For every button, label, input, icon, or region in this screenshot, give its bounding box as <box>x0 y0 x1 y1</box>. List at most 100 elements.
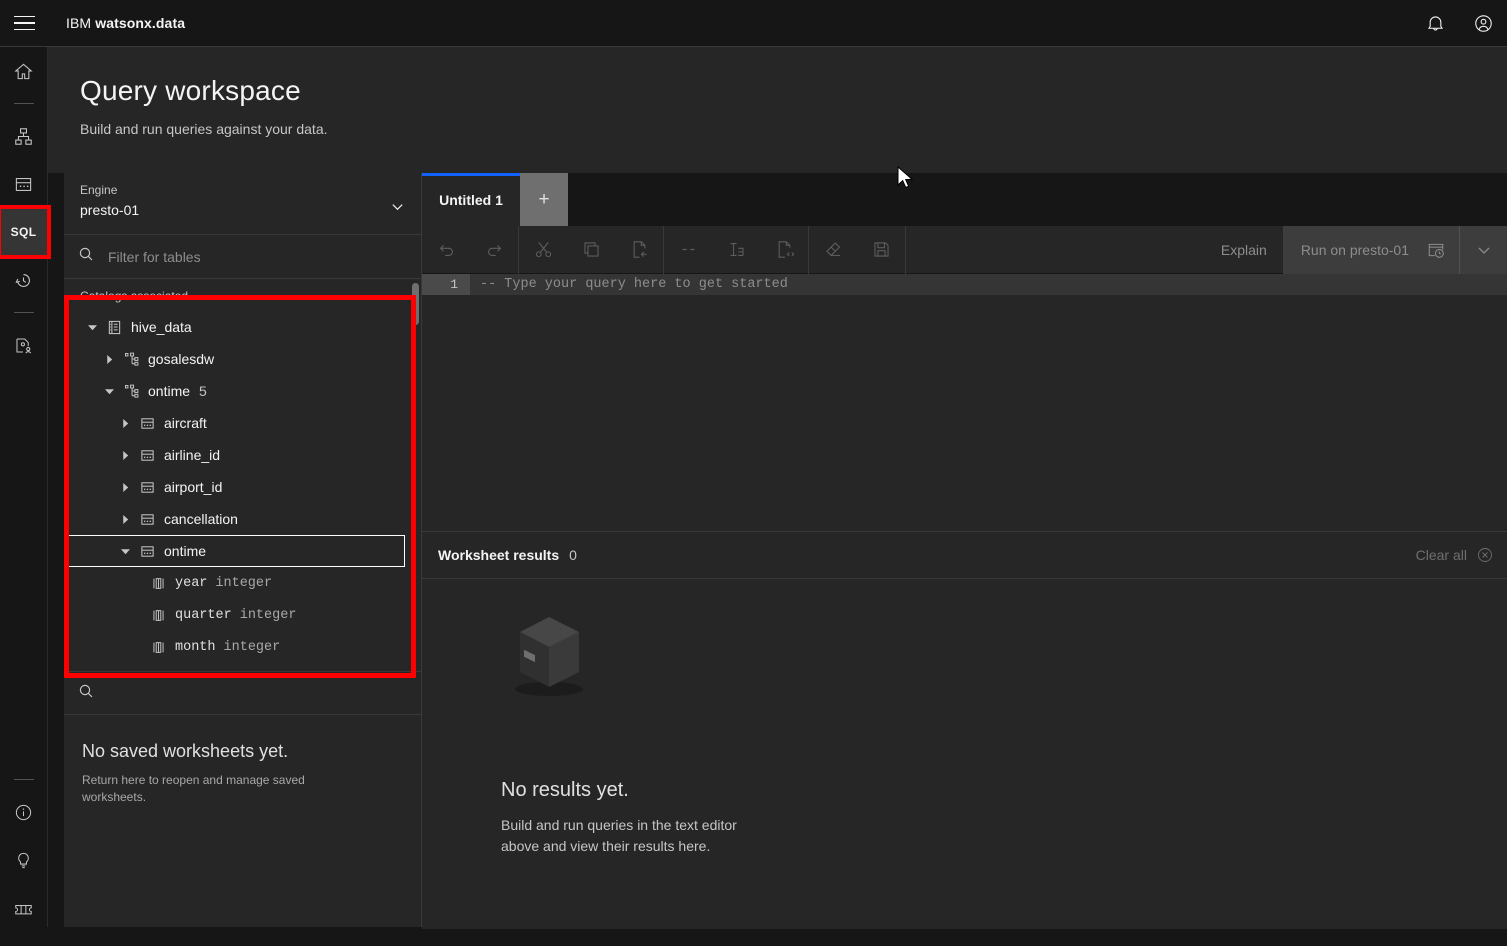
caret-right-icon[interactable] <box>101 351 117 367</box>
table-filter-input[interactable] <box>108 248 358 265</box>
schema-icon <box>123 383 139 399</box>
tree-row-label: aircraft <box>164 415 207 431</box>
clear-all-button[interactable]: Clear all <box>1400 531 1507 579</box>
rail-divider <box>13 779 34 780</box>
worksheets-empty-state: No saved worksheets yet. Return here to … <box>64 715 421 806</box>
tree-row[interactable]: ontime 5 <box>64 375 421 407</box>
worksheets-search[interactable] <box>64 671 421 715</box>
search-icon <box>78 683 94 704</box>
sidebar-item-home[interactable] <box>0 47 48 95</box>
sidebar-item-query-workspace[interactable]: SQL <box>0 205 51 259</box>
results-header: Worksheet results 0 Clear all <box>422 531 1507 579</box>
worksheets-search-input[interactable] <box>108 685 358 701</box>
sidebar-item-about[interactable] <box>0 788 48 836</box>
caret-down-icon[interactable] <box>101 383 117 399</box>
sidebar-item-access-control[interactable] <box>0 321 48 369</box>
code-template-button[interactable] <box>760 226 808 274</box>
tree-row[interactable]: airport_id <box>64 471 421 503</box>
chevron-down-icon[interactable] <box>390 199 405 219</box>
query-editor-area: Untitled 1 + Explain Run on presto-01 1 … <box>422 173 1507 929</box>
paste-button[interactable] <box>615 226 663 274</box>
engine-label: Engine <box>80 183 118 197</box>
table-icon <box>139 543 155 559</box>
tree-row[interactable]: airline_id <box>64 439 421 471</box>
caret-right-icon[interactable] <box>117 447 133 463</box>
code-line[interactable]: 1 -- Type your query here to get started <box>422 274 1507 295</box>
results-title: Worksheet results <box>438 547 560 563</box>
caret-right-icon[interactable] <box>117 415 133 431</box>
engine-selector[interactable]: Engine presto-01 <box>64 173 421 235</box>
editor-toolbar: Explain Run on presto-01 <box>422 225 1507 274</box>
tab-untitled-1[interactable]: Untitled 1 <box>422 173 520 226</box>
worksheets-empty-title: No saved worksheets yet. <box>82 741 289 761</box>
tree-scrollbar[interactable] <box>412 283 419 325</box>
tree-row[interactable]: aircraft <box>64 407 421 439</box>
header-actions <box>1411 0 1507 46</box>
copy-button[interactable] <box>567 226 615 274</box>
caret-down-icon[interactable] <box>84 319 100 335</box>
tree-row-selected[interactable]: ontime <box>64 535 405 567</box>
catalog-icon <box>106 319 122 335</box>
explain-button[interactable]: Explain <box>1205 226 1283 274</box>
left-navigation-rail: SQL <box>0 47 51 946</box>
column-type: integer <box>239 607 297 623</box>
undo-button[interactable] <box>422 226 470 274</box>
user-avatar-icon[interactable] <box>1459 0 1507 46</box>
tree-row-label: gosalesdw <box>148 351 215 367</box>
tree-row[interactable]: cancellation <box>64 503 421 535</box>
sidebar-item-query-history[interactable] <box>0 256 48 304</box>
run-options-dropdown[interactable] <box>1459 225 1507 274</box>
tree-row-label: airline_id <box>164 447 221 463</box>
sidebar-item-infrastructure[interactable] <box>0 112 48 160</box>
redo-button[interactable] <box>470 226 518 274</box>
tab-label: Untitled 1 <box>439 191 503 208</box>
comment-button[interactable] <box>664 226 712 274</box>
app-brand[interactable]: IBM watsonx.data <box>66 15 185 31</box>
tree-row-label: hive_data <box>131 319 192 335</box>
add-worksheet-tab-button[interactable]: + <box>520 173 568 226</box>
explorer-panel: Engine presto-01 Catalogs associated <box>64 173 422 927</box>
notification-bell-icon[interactable] <box>1411 0 1459 46</box>
run-query-icon <box>1427 241 1445 259</box>
schema-icon <box>123 351 139 367</box>
run-query-button[interactable]: Run on presto-01 <box>1282 225 1459 274</box>
hamburger-menu-icon[interactable] <box>0 0 48 46</box>
catalog-tree: Catalogs associated hive_data gosalesdw … <box>64 279 421 671</box>
results-empty-title: No results yet. <box>501 779 629 801</box>
sql-code-editor[interactable]: 1 -- Type your query here to get started <box>422 274 1507 531</box>
rail-bottom-group <box>0 771 48 946</box>
table-icon <box>139 479 155 495</box>
caret-down-icon[interactable] <box>117 543 133 559</box>
empty-box-icon <box>502 601 612 716</box>
table-filter[interactable] <box>64 235 421 279</box>
editor-placeholder-text: -- Type your query here to get started <box>480 277 788 292</box>
caret-right-icon[interactable] <box>117 511 133 527</box>
tree-row-column[interactable]: year integer <box>64 567 421 599</box>
engine-value: presto-01 <box>80 202 140 218</box>
brand-prefix: IBM <box>66 15 92 31</box>
save-worksheet-button[interactable] <box>857 226 905 274</box>
explain-label: Explain <box>1220 241 1267 258</box>
caret-right-icon[interactable] <box>117 479 133 495</box>
sidebar-item-data-manager[interactable] <box>0 160 48 208</box>
rail-divider <box>13 312 34 313</box>
column-type: integer <box>223 639 281 655</box>
tree-row[interactable]: gosalesdw <box>64 343 421 375</box>
results-count: 0 <box>569 547 577 563</box>
cut-button[interactable] <box>519 226 567 274</box>
column-name: month <box>175 639 216 655</box>
clear-editor-button[interactable] <box>809 226 857 274</box>
tree-row-label: ontime <box>164 543 207 559</box>
tree-row-label: ontime <box>148 383 191 399</box>
sidebar-item-support[interactable] <box>0 884 48 932</box>
sidebar-item-tips[interactable] <box>0 836 48 884</box>
column-icon <box>150 639 166 655</box>
tree-row-column[interactable]: quarter integer <box>64 599 421 631</box>
close-circle-icon <box>1477 547 1493 563</box>
tree-row-column[interactable]: month integer <box>64 631 421 663</box>
table-icon <box>139 447 155 463</box>
brand-name: watsonx.data <box>95 15 186 31</box>
worksheet-tabbar: Untitled 1 + <box>422 173 1507 226</box>
tree-row[interactable]: hive_data <box>64 311 421 343</box>
format-button[interactable] <box>712 226 760 274</box>
